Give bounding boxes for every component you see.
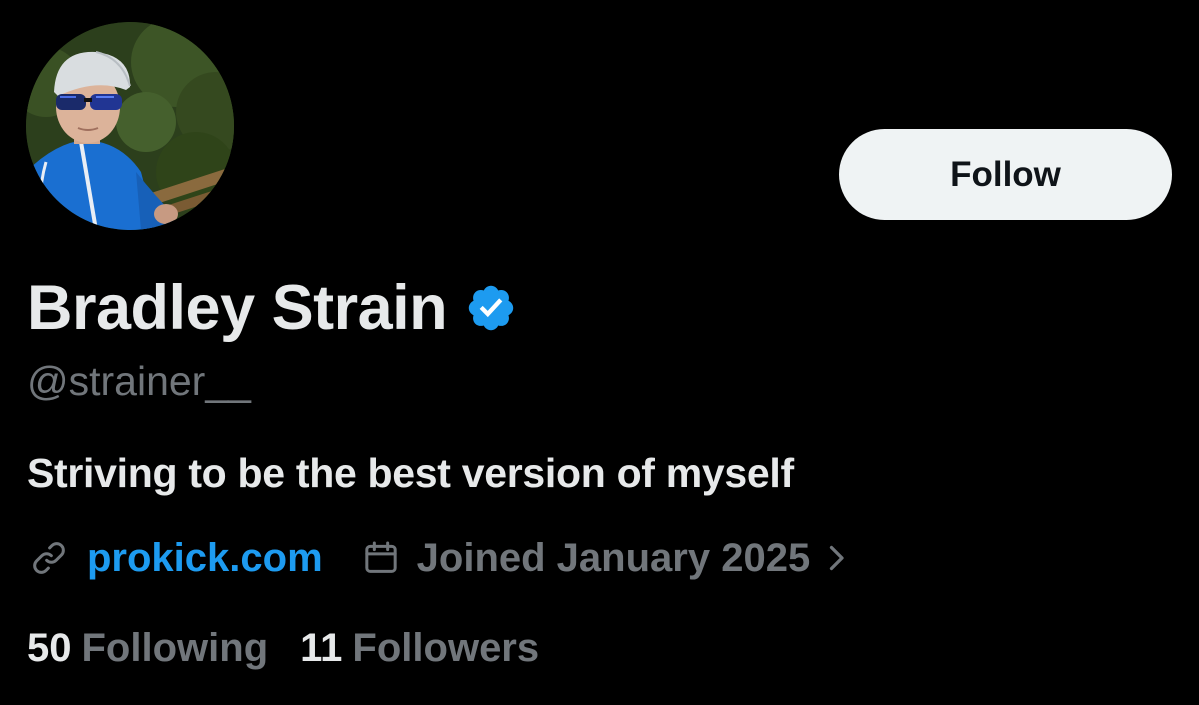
name-row: Bradley Strain [27,268,517,348]
avatar[interactable] [26,22,234,230]
followers-stat[interactable]: 11 Followers [300,626,539,671]
chevron-right-icon [822,540,850,576]
followers-label: Followers [352,625,540,670]
following-stat[interactable]: 50 Following [27,626,268,671]
joined-date[interactable]: Joined January 2025 [361,536,851,581]
bio: Striving to be the best version of mysel… [27,450,794,496]
following-label: Following [81,625,269,670]
display-name: Bradley Strain [27,273,448,343]
following-count: 50 [27,625,72,670]
followers-count: 11 [300,625,343,670]
website-link[interactable]: prokick.com [87,536,323,581]
follow-stats: 50 Following 11 Followers [27,620,539,676]
link-icon [29,538,69,578]
handle: @strainer__ [27,358,251,404]
profile-meta: prokick.com Joined January 2025 [29,530,850,586]
joined-label: Joined January 2025 [416,535,811,580]
profile-header: Follow Bradley Strain @strainer__ Strivi… [0,0,1199,705]
follow-button[interactable]: Follow [839,129,1172,220]
avatar-image [26,22,234,230]
calendar-icon [361,538,401,578]
verified-badge-icon[interactable] [465,282,517,334]
